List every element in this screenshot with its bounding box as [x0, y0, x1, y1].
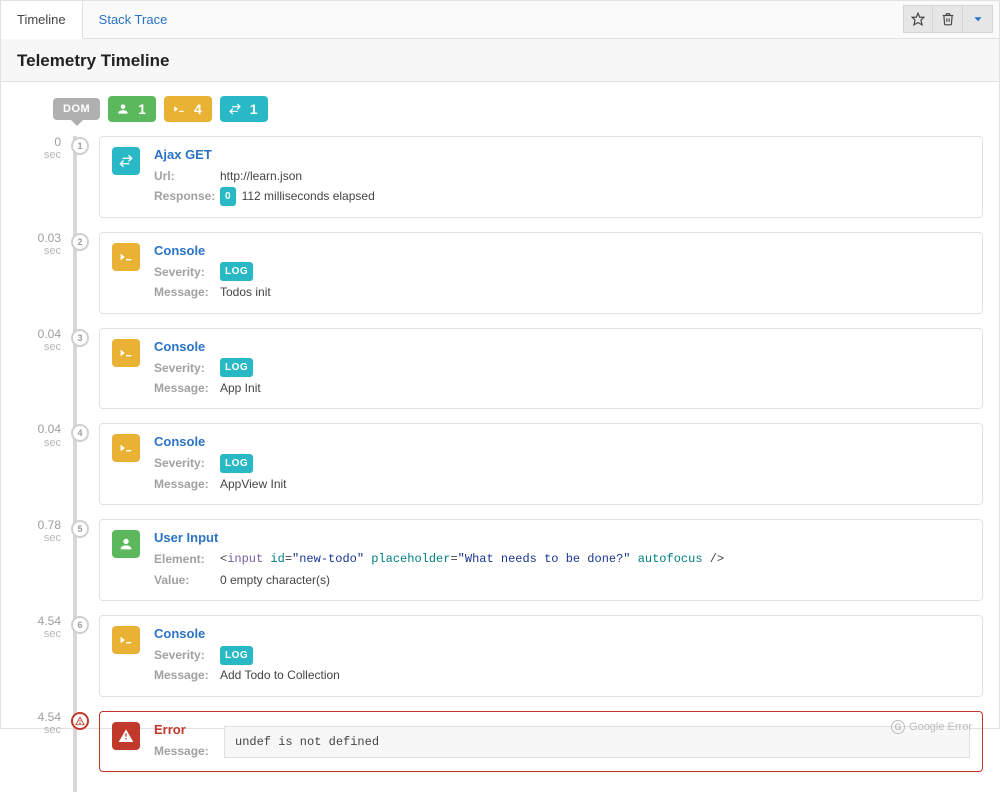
event-node-error	[71, 712, 89, 730]
ajax-icon	[112, 147, 140, 175]
event-card[interactable]: Ajax GET Url:http://learn.json Response:…	[99, 136, 983, 218]
user-icon	[112, 530, 140, 558]
event-time: 0.03sec	[17, 232, 61, 257]
google-error-tag: G Google Error	[891, 720, 972, 734]
severity-badge: LOG	[220, 358, 253, 377]
event-title: Console	[154, 243, 970, 258]
event-card[interactable]: Console Severity:LOG Message:Todos init	[99, 232, 983, 314]
event-ajax: 0sec 1 Ajax GET Url:http://learn.json Re…	[17, 136, 983, 218]
event-message: Todos init	[220, 282, 271, 302]
event-time: 0.78sec	[17, 519, 61, 544]
console-icon	[112, 434, 140, 462]
error-message-box: undef is not defined	[224, 726, 970, 758]
severity-badge: LOG	[220, 262, 253, 281]
event-time: 4.54sec	[17, 615, 61, 640]
response-text: 112 milliseconds elapsed	[242, 186, 375, 206]
event-message: AppView Init	[220, 474, 287, 494]
event-node: 6	[71, 616, 89, 634]
user-icon	[116, 102, 130, 116]
event-time: 4.54sec	[17, 711, 61, 736]
trash-icon	[941, 12, 955, 26]
tab-stack-trace[interactable]: Stack Trace	[83, 1, 185, 38]
header: Telemetry Timeline	[1, 39, 999, 82]
event-card[interactable]: Console Severity:LOG Message:App Init	[99, 328, 983, 410]
severity-badge: LOG	[220, 646, 253, 665]
chevron-down-icon	[971, 12, 985, 26]
star-button[interactable]	[903, 5, 933, 33]
event-error: 4.54sec G Google Error Error Message:	[17, 711, 983, 772]
event-user-input: 0.78sec 5 User Input Element: <input id=…	[17, 519, 983, 601]
event-time: 0.04sec	[17, 328, 61, 353]
severity-badge: LOG	[220, 454, 253, 473]
event-node: 5	[71, 520, 89, 538]
telemetry-panel: Timeline Stack Trace Telemetry Timeline …	[0, 0, 1000, 729]
event-node: 4	[71, 424, 89, 442]
event-console: 4.54sec 6 Console Severity:LOG Message:A…	[17, 615, 983, 697]
event-title: Console	[154, 626, 970, 641]
console-icon	[172, 102, 186, 116]
warning-icon	[75, 716, 85, 726]
event-time: 0.04sec	[17, 423, 61, 448]
event-card[interactable]: User Input Element: <input id="new-todo"…	[99, 519, 983, 601]
event-title: Error	[154, 722, 214, 737]
star-icon	[911, 12, 925, 26]
response-code-badge: 0	[220, 187, 236, 206]
event-title: Console	[154, 434, 970, 449]
event-title: Console	[154, 339, 970, 354]
filter-user-count: 1	[138, 101, 146, 117]
event-console: 0.04sec 3 Console Severity:LOG Message:A…	[17, 328, 983, 410]
event-element: <input id="new-todo" placeholder="What n…	[220, 549, 724, 569]
event-card-error[interactable]: G Google Error Error Message: undef is n…	[99, 711, 983, 772]
more-menu-button[interactable]	[963, 5, 993, 33]
event-message: Add Todo to Collection	[220, 665, 340, 685]
event-value: 0 empty character(s)	[220, 570, 330, 590]
filter-chips: DOM 1 4 1	[1, 82, 999, 136]
filter-ajax[interactable]: 1	[220, 96, 268, 122]
console-icon	[112, 243, 140, 271]
google-badge-icon: G	[891, 720, 905, 734]
event-time: 0sec	[17, 136, 61, 161]
trash-button[interactable]	[933, 5, 963, 33]
event-title: Ajax GET	[154, 147, 970, 162]
timeline: 0sec 1 Ajax GET Url:http://learn.json Re…	[1, 136, 999, 792]
event-node: 1	[71, 137, 89, 155]
console-icon	[112, 626, 140, 654]
event-url: http://learn.json	[220, 166, 302, 186]
event-console: 0.04sec 4 Console Severity:LOG Message:A…	[17, 423, 983, 505]
event-title: User Input	[154, 530, 970, 545]
filter-ajax-count: 1	[250, 101, 258, 117]
event-node: 2	[71, 233, 89, 251]
filter-user-input[interactable]: 1	[108, 96, 156, 122]
page-title: Telemetry Timeline	[17, 51, 983, 71]
console-icon	[112, 339, 140, 367]
event-console: 0.03sec 2 Console Severity:LOG Message:T…	[17, 232, 983, 314]
event-node: 3	[71, 329, 89, 347]
swap-icon	[228, 102, 242, 116]
tabs-bar: Timeline Stack Trace	[1, 1, 999, 39]
event-card[interactable]: Console Severity:LOG Message:AppView Ini…	[99, 423, 983, 505]
error-icon	[112, 722, 140, 750]
filter-dom[interactable]: DOM	[53, 98, 100, 120]
tab-actions	[903, 1, 999, 38]
filter-console-count: 4	[194, 101, 202, 117]
filter-console[interactable]: 4	[164, 96, 212, 122]
event-message: App Init	[220, 378, 261, 398]
tab-timeline[interactable]: Timeline	[1, 1, 83, 39]
event-card[interactable]: Console Severity:LOG Message:Add Todo to…	[99, 615, 983, 697]
